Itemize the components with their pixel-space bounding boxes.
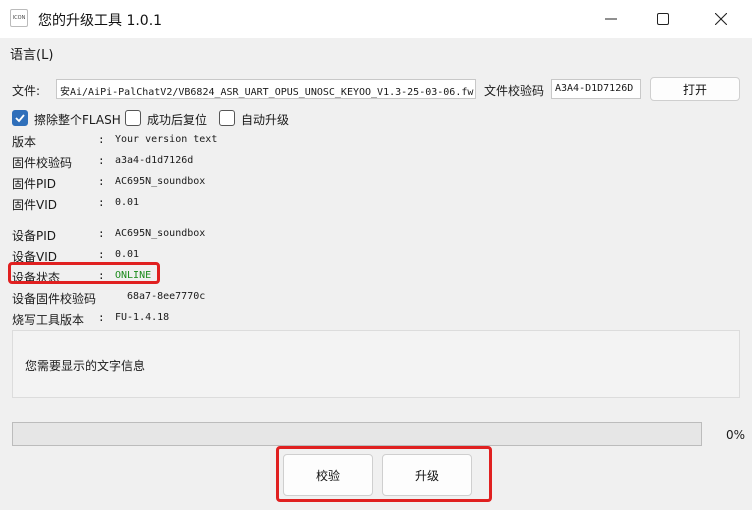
- info-key: 设备PID: [12, 229, 57, 243]
- message-text: 您需要显示的文字信息: [25, 359, 146, 373]
- menu-bar: 语言(L): [0, 38, 752, 66]
- info-separator: :: [98, 248, 105, 261]
- progress-bar: [12, 422, 702, 446]
- actions-highlight-box: [276, 446, 492, 502]
- info-row-device-checksum: 设备固件校验码 68a7-8ee7770c: [12, 290, 752, 306]
- info-value: FU-1.4.18: [115, 312, 170, 323]
- info-separator: :: [98, 196, 105, 209]
- info-value: a3a4-d1d7126d: [115, 155, 194, 166]
- info-key: 固件校验码: [12, 156, 73, 170]
- app-icon: ICON: [10, 9, 28, 27]
- checkmark-icon: [15, 114, 25, 123]
- info-value: 0.01: [115, 249, 140, 260]
- info-separator: :: [98, 154, 105, 167]
- info-separator: :: [98, 227, 105, 240]
- status-highlight-box: [8, 262, 160, 284]
- window-title: 您的升级工具 1.0.1: [38, 13, 163, 29]
- info-value: Your version text: [115, 134, 218, 145]
- close-button[interactable]: [698, 0, 744, 38]
- info-separator: :: [98, 311, 105, 324]
- file-label: 文件:: [12, 84, 41, 98]
- open-file-button[interactable]: 打开: [650, 77, 740, 101]
- info-row-firmware-vid: 固件VID : 0.01: [12, 196, 752, 212]
- info-row-device-pid: 设备PID : AC695N_soundbox: [12, 227, 752, 243]
- info-key: 设备固件校验码: [12, 292, 97, 306]
- title-bar: ICON 您的升级工具 1.0.1: [0, 0, 752, 38]
- info-row-version: 版本 : Your version text: [12, 133, 752, 149]
- reset-after-success-label: 成功后复位: [147, 113, 208, 127]
- info-separator: :: [98, 133, 105, 146]
- maximize-icon: [657, 13, 669, 25]
- progress-percent: 0%: [726, 428, 746, 442]
- info-value: AC695N_soundbox: [115, 176, 206, 187]
- file-checksum-field[interactable]: A3A4-D1D7126D: [551, 79, 641, 99]
- reset-after-success-checkbox[interactable]: [125, 110, 141, 126]
- info-separator: :: [98, 175, 105, 188]
- message-panel: 您需要显示的文字信息: [12, 330, 740, 398]
- info-value: 68a7-8ee7770c: [127, 291, 206, 302]
- info-key: 固件PID: [12, 177, 57, 191]
- erase-flash-label: 擦除整个FLASH: [34, 113, 121, 127]
- menu-language[interactable]: 语言(L): [10, 44, 53, 63]
- file-path-field[interactable]: 安Ai/AiPi-PalChatV2/VB6824_ASR_UART_OPUS_…: [56, 79, 476, 99]
- info-value: 0.01: [115, 197, 140, 208]
- maximize-button[interactable]: [640, 0, 686, 38]
- info-key: 版本: [12, 135, 37, 149]
- info-key: 烧写工具版本: [12, 313, 85, 327]
- info-key: 固件VID: [12, 198, 57, 212]
- erase-flash-checkbox[interactable]: [12, 110, 28, 126]
- file-checksum-label: 文件校验码: [484, 84, 545, 98]
- auto-upgrade-checkbox[interactable]: [219, 110, 235, 126]
- close-icon: [715, 13, 727, 25]
- info-row-tool-version: 烧写工具版本 : FU-1.4.18: [12, 311, 752, 327]
- info-value: AC695N_soundbox: [115, 228, 206, 239]
- minimize-button[interactable]: [588, 0, 634, 38]
- minimize-icon: [605, 18, 617, 20]
- auto-upgrade-label: 自动升级: [241, 113, 290, 127]
- info-row-firmware-checksum: 固件校验码 : a3a4-d1d7126d: [12, 154, 752, 170]
- info-row-firmware-pid: 固件PID : AC695N_soundbox: [12, 175, 752, 191]
